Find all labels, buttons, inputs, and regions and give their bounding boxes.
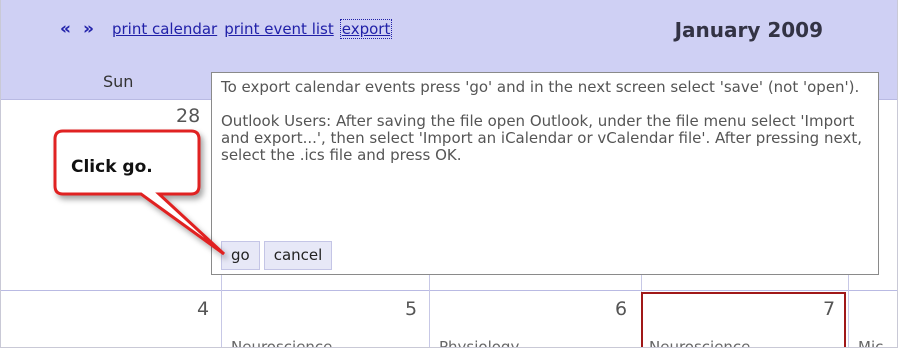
callout-text: Click go.: [71, 157, 153, 177]
calendar-frame: « » print calendar print event list expo…: [0, 0, 898, 348]
